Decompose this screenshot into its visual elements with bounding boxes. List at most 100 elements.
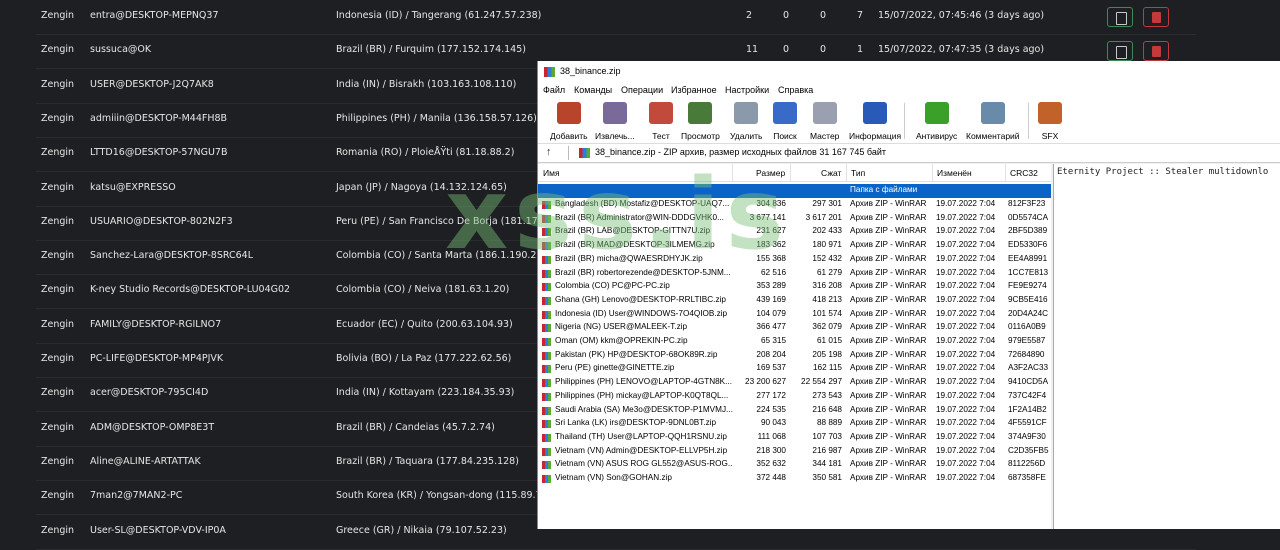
col-size[interactable]: Размер	[756, 168, 785, 178]
file-row[interactable]: Thailand (TH) User@LAPTOP-QQH1RSNU.zip 11…	[538, 431, 1051, 445]
toolbar-button-sfx[interactable]: SFX	[1038, 102, 1062, 144]
file-packed: 297 301	[812, 199, 842, 208]
file-type: Архив ZIP - WinRAR	[850, 390, 927, 400]
toolbar-button-search[interactable]: Поиск	[773, 102, 797, 144]
file-modified: 19.07.2022 7:04	[936, 445, 996, 455]
toolbar-button-info[interactable]: Информация	[849, 102, 901, 144]
file-row[interactable]: Ghana (GH) Lenovo@DESKTOP-RRLTIBC.zip 439…	[538, 294, 1051, 308]
file-row[interactable]: Brazil (BR) LAB@DESKTOP-GITTN7U.zip 231 6…	[538, 225, 1051, 239]
count-cell: 2	[746, 10, 753, 21]
file-name: Sri Lanka (LK) irs@DESKTOP-9DNL0BT.zip	[555, 418, 717, 428]
zip-file-icon	[542, 228, 551, 237]
file-row[interactable]: Vietnam (VN) ASUS ROG GL552@ASUS-ROG... 3…	[538, 458, 1051, 472]
toolbar-button-add-archive[interactable]: Добавить	[550, 102, 588, 144]
file-type: Архив ZIP - WinRAR	[850, 212, 927, 222]
file-row[interactable]: Philippines (PH) LENOVO@LAPTOP-4GTN8K...…	[538, 376, 1051, 390]
toolbar-button-comment[interactable]: Комментарий	[966, 102, 1020, 144]
zip-file-icon	[542, 310, 551, 319]
file-packed: 152 432	[812, 253, 842, 263]
comment-icon	[980, 102, 1005, 124]
file-row[interactable]: Brazil (BR) MAD@DESKTOP-3ILMEMG.zip 183 3…	[538, 239, 1051, 253]
file-row[interactable]: Pakistan (PK) HP@DESKTOP-68OK89R.zip 208 …	[538, 349, 1051, 363]
geo-cell: India (IN) / Bisrakh (103.163.108.110)	[336, 78, 517, 90]
window-title: 38_binance.zip	[560, 66, 621, 76]
file-packed: 350 581	[812, 473, 842, 482]
file-size: 372 448	[756, 473, 786, 482]
title-bar[interactable]: 38_binance.zip	[538, 61, 1280, 83]
col-type[interactable]: Тип	[851, 168, 865, 178]
file-row[interactable]: Vietnam (VN) Son@GOHAN.zip 372 448 350 581…	[538, 472, 1051, 486]
sfx-icon	[1038, 102, 1062, 124]
file-size: 3 677 141	[749, 212, 786, 222]
file-type: Архив ZIP - WinRAR	[850, 336, 927, 345]
toolbar-button-trash[interactable]: Удалить	[730, 102, 762, 144]
file-size: 90 043	[760, 418, 786, 428]
file-name: Brazil (BR) LAB@DESKTOP-GITTN7U.zip	[555, 226, 711, 236]
menu-settings[interactable]: Настройки	[725, 85, 769, 95]
file-row[interactable]: Bangladesh (BD) Mostafiz@DESKTOP-UAQ7...…	[538, 198, 1051, 212]
menu-commands[interactable]: Команды	[574, 85, 612, 95]
toolbar-button-test[interactable]: Тест	[649, 102, 673, 144]
file-size: 104 079	[756, 308, 786, 318]
file-row[interactable]: Brazil (BR) micha@QWAESRDHYJK.zip 155 368…	[538, 253, 1051, 267]
menu-operations[interactable]: Операции	[621, 85, 663, 95]
file-packed: 107 703	[812, 431, 842, 441]
menu-favorites[interactable]: Избранное	[671, 85, 717, 95]
download-button[interactable]	[1107, 41, 1133, 62]
up-arrow-icon[interactable]: ↑	[546, 146, 552, 158]
menu-file[interactable]: Файл	[543, 85, 565, 95]
delete-button[interactable]	[1143, 7, 1169, 27]
file-crc: A3F2AC33	[1008, 363, 1049, 373]
file-packed: 273 543	[812, 390, 842, 400]
parent-folder-row[interactable]: Папка с файлами	[538, 184, 1051, 198]
file-row[interactable]: Saudi Arabia (SA) Me3o@DESKTOP-P1MVMJ...…	[538, 404, 1051, 418]
file-type: Архив ZIP - WinRAR	[850, 240, 927, 250]
file-list[interactable]: Имя Размер Сжат Тип Изменён CRC32 Папка …	[538, 164, 1051, 529]
col-packed[interactable]: Сжат	[821, 168, 841, 178]
toolbar-button-extract[interactable]: Извлечь...	[595, 102, 635, 144]
toolbar-button-view-book[interactable]: Просмотр	[681, 102, 720, 144]
trash-icon	[734, 102, 759, 124]
toolbar-button-antivirus[interactable]: Антивирус	[916, 102, 957, 144]
winrar-app-icon	[544, 67, 555, 77]
file-name: Ghana (GH) Lenovo@DESKTOP-RRLTIBC.zip	[555, 294, 726, 304]
toolbar-label: Тест	[652, 131, 670, 141]
info-panel: Eternity Project :: Stealer multidownlo	[1053, 164, 1280, 529]
file-packed: 216 987	[812, 445, 842, 455]
file-modified: 19.07.2022 7:04	[936, 363, 996, 373]
file-row[interactable]: Sri Lanka (LK) irs@DESKTOP-9DNL0BT.zip 90…	[538, 417, 1051, 431]
extract-icon	[602, 102, 627, 124]
file-row[interactable]: Colombia (CO) PC@PC-PC.zip 353 289 316 208…	[538, 280, 1051, 294]
file-row[interactable]: Oman (OM) kkm@OPREKIN-PC.zip 65 315 61 015…	[538, 335, 1051, 349]
file-row[interactable]: Vietnam (VN) Admin@DESKTOP-ELLVP5H.zip 21…	[538, 445, 1051, 459]
file-size: 23 200 627	[745, 377, 786, 387]
download-button[interactable]	[1107, 7, 1133, 27]
menu-help[interactable]: Справка	[778, 85, 813, 95]
col-divider	[1005, 164, 1006, 181]
file-name: Saudi Arabia (SA) Me3o@DESKTOP-P1MVMJ...	[555, 404, 733, 414]
file-packed: 202 433	[812, 226, 842, 236]
file-row[interactable]: Brazil (BR) robertorezende@DESKTOP-5JNM.…	[538, 267, 1051, 281]
geo-cell: India (IN) / Kottayam (223.184.35.93)	[336, 387, 515, 399]
zip-file-icon	[542, 324, 551, 333]
file-crc: 374A9F30	[1008, 431, 1046, 441]
file-row[interactable]: Philippines (PH) mickay@LAPTOP-K0QT8QL..…	[538, 390, 1051, 404]
file-name: Vietnam (VN) Admin@DESKTOP-ELLVP5H.zip	[555, 445, 728, 455]
file-row[interactable]: Nigeria (NG) USER@MALEEK-T.zip 366 477 362…	[538, 321, 1051, 335]
file-name: Thailand (TH) User@LAPTOP-QQH1RSNU.zip	[555, 431, 727, 441]
menu-bar: Файл Команды Операции Избранное Настройк…	[538, 83, 1280, 99]
winrar-window[interactable]: 38_binance.zip Файл Команды Операции Изб…	[537, 61, 1280, 529]
view-book-icon	[688, 102, 713, 124]
zip-file-icon	[542, 338, 551, 346]
geo-cell: Indonesia (ID) / Tangerang (61.247.57.23…	[336, 10, 542, 21]
toolbar-button-wizard[interactable]: Мастер	[810, 102, 839, 144]
col-name[interactable]: Имя	[543, 168, 560, 178]
file-row[interactable]: Brazil (BR) Administrator@WIN-DDDGVHK0..…	[538, 212, 1051, 226]
file-modified: 19.07.2022 7:04	[936, 322, 996, 332]
file-row[interactable]: Indonesia (ID) User@WINDOWS-7O4QIOB.zip 1…	[538, 308, 1051, 322]
file-row[interactable]: Peru (PE) ginette@GINETTE.zip 169 537 162 …	[538, 362, 1051, 376]
col-crc[interactable]: CRC32	[1010, 168, 1038, 178]
col-modified[interactable]: Изменён	[937, 168, 972, 178]
file-modified: 19.07.2022 7:04	[936, 418, 996, 428]
delete-button[interactable]	[1143, 41, 1169, 62]
